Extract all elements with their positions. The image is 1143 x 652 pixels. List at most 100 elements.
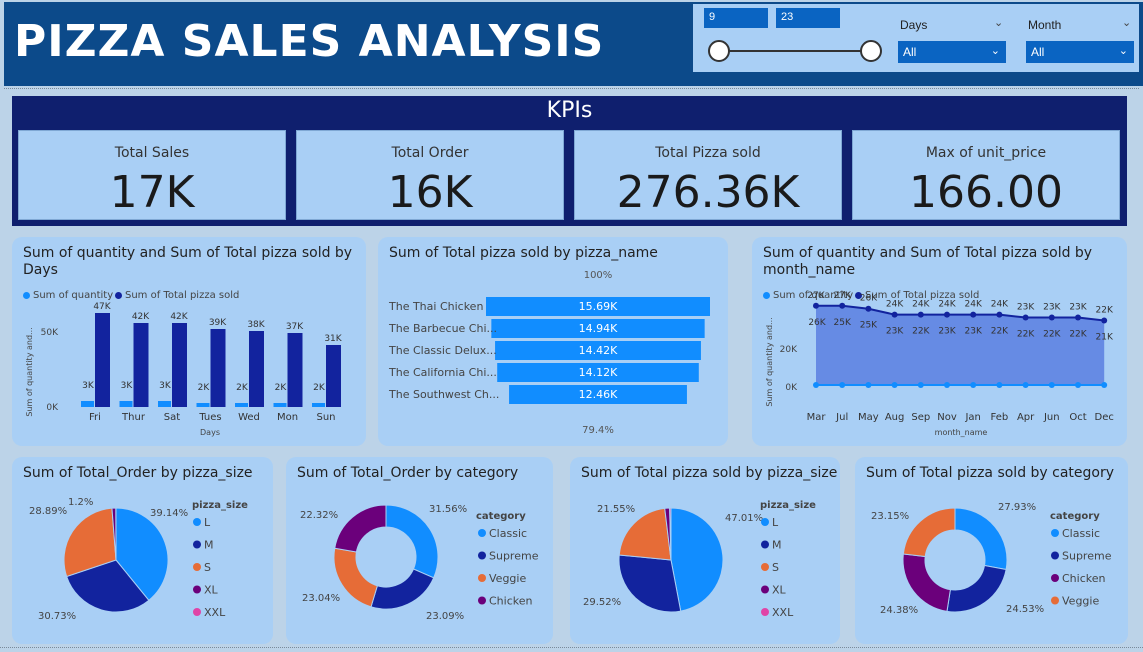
legend-label: Chicken: [489, 595, 533, 608]
sold-size-pie-chart: pizza_size 47.01% 29.52% 21.55% LMS XL XXL: [583, 500, 816, 619]
month-dropdown[interactable]: All ⌄: [1026, 41, 1134, 63]
legend-dot: [761, 608, 769, 616]
dashboard-title: PIZZA SALES ANALYSIS: [14, 16, 605, 67]
legend-dot: [1051, 529, 1059, 537]
point-total-pizza-sold: [917, 311, 924, 318]
funnel-category-label: The Southwest Ch...: [388, 388, 499, 401]
x-tick-label: Sat: [164, 412, 180, 423]
kpi-value: 16K: [387, 167, 473, 218]
data-label: 24K: [991, 300, 1009, 310]
point-quantity: [1075, 382, 1081, 388]
y-tick-label: 50K: [41, 328, 59, 338]
month-area-chart: Sum of quantity and... 20K 0K month_name…: [765, 291, 1114, 437]
legend-label: M: [772, 539, 782, 552]
data-label: 24K: [938, 300, 956, 310]
data-label: 24K: [886, 300, 904, 310]
slider-min-input[interactable]: 9: [704, 8, 768, 28]
funnel-category-label: The California Chi...: [388, 366, 497, 379]
chart-card-month[interactable]: Sum of quantity and Sum of Total pizza s…: [752, 237, 1127, 446]
bar-total-pizza-sold: [172, 323, 187, 407]
point-total-pizza-sold: [865, 305, 872, 312]
kpi-header: KPIs: [546, 98, 593, 123]
slice-label: 29.52%: [583, 597, 621, 608]
point-total-pizza-sold: [1022, 314, 1029, 321]
kpi-label: Total Order: [391, 145, 469, 161]
x-tick-label: Tues: [198, 412, 221, 423]
legend-label: S: [772, 561, 779, 574]
slice-label: 21.55%: [597, 504, 635, 515]
point-quantity: [813, 382, 819, 388]
funnel-bottom-label: 79.4%: [582, 425, 614, 436]
pie-slice: [954, 507, 1008, 571]
point-quantity: [1048, 382, 1055, 388]
point-total-pizza-sold: [1101, 317, 1108, 324]
point-total-pizza-sold: [891, 311, 898, 318]
chart-card-days[interactable]: Sum of quantity and Sum of Total pizza s…: [12, 237, 366, 446]
slice-label: 1.2%: [68, 497, 93, 508]
point-total-pizza-sold: [813, 302, 819, 309]
chart-card-sold-size[interactable]: Sum of Total pizza sold by pizza_size pi…: [570, 457, 840, 644]
point-total-pizza-sold: [944, 311, 950, 318]
legend-dot: [193, 585, 201, 594]
data-label: 23K: [1069, 303, 1087, 313]
kpi-label: Total Pizza sold: [655, 145, 761, 161]
kpi-card-max-unit-price[interactable]: Max of unit_price 166.00: [852, 130, 1120, 220]
legend-label: S: [204, 561, 211, 574]
kpi-card-total-sales[interactable]: Total Sales 17K: [18, 130, 286, 220]
legend-dot: [1051, 596, 1059, 605]
legend-label: Veggie: [1062, 595, 1099, 608]
sold-category-donut-chart: category 27.93% 24.53% 24.38% 23.15% Classic…: [871, 502, 1112, 616]
bar-quantity: [312, 403, 325, 407]
data-label: 31K: [324, 334, 342, 344]
x-tick-label: Feb: [991, 412, 1009, 423]
data-label: 2K: [236, 383, 249, 393]
data-label: 23K: [1017, 303, 1035, 313]
data-label: 22K: [1043, 330, 1061, 340]
days-dropdown[interactable]: All ⌄: [898, 41, 1006, 63]
data-label: 23K: [938, 327, 956, 337]
bar-quantity: [81, 401, 94, 407]
chart-card-sold-category[interactable]: Sum of Total pizza sold by category cate…: [855, 457, 1128, 644]
slice-label: 28.89%: [29, 506, 67, 517]
slice-label: 24.53%: [1006, 604, 1044, 615]
slice-label: 30.73%: [38, 611, 76, 622]
legend-label: L: [772, 516, 779, 529]
slider-min-thumb[interactable]: [708, 40, 730, 62]
data-label: 37K: [286, 322, 304, 332]
data-label: 25K: [860, 321, 878, 331]
data-label: 23K: [965, 327, 983, 337]
pie-slice: [902, 507, 956, 558]
range-slider-track[interactable]: [719, 50, 871, 52]
kpi-card-total-order[interactable]: Total Order 16K: [296, 130, 564, 220]
month-filter-label: Month: [1028, 18, 1062, 32]
point-total-pizza-sold: [839, 302, 846, 309]
x-tick-label: Mon: [277, 412, 298, 423]
pie-slice: [333, 547, 378, 608]
bar-total-pizza-sold: [95, 313, 110, 407]
chart-card-order-size[interactable]: Sum of Total_Order by pizza_size pizza_s…: [12, 457, 273, 644]
legend-label: Chicken: [1062, 572, 1106, 585]
chart-card-order-category[interactable]: Sum of Total_Order by category category …: [286, 457, 553, 644]
pizza-name-funnel-chart: 100% 79.4% 15.69K The Thai Chicken 14.94K T…: [388, 270, 710, 436]
slider-max-input[interactable]: 23: [776, 8, 840, 28]
point-quantity: [944, 382, 950, 388]
chevron-down-icon[interactable]: ⌄: [994, 16, 1003, 29]
chart-card-pizza-name[interactable]: Sum of Total pizza sold by pizza_name 10…: [378, 237, 728, 446]
data-label: 42K: [132, 312, 150, 322]
chevron-down-icon: ⌄: [1118, 45, 1128, 57]
funnel-value-label: 14.94K: [579, 322, 618, 335]
bar-total-pizza-sold: [210, 329, 226, 407]
data-label: 22K: [991, 327, 1009, 337]
legend-dot: [193, 608, 201, 616]
legend-label: XL: [772, 584, 787, 597]
y-tick-label: 0K: [785, 383, 798, 393]
funnel-value-label: 12.46K: [579, 388, 618, 401]
pie-slice: [902, 553, 951, 612]
kpi-card-total-pizza-sold[interactable]: Total Pizza sold 276.36K: [574, 130, 842, 220]
slider-max-thumb[interactable]: [860, 40, 882, 62]
kpi-value: 276.36K: [616, 167, 800, 218]
pie-slice: [946, 564, 1007, 613]
x-tick-label: May: [858, 412, 879, 423]
chevron-down-icon[interactable]: ⌄: [1122, 16, 1131, 29]
legend-title: pizza_size: [760, 500, 816, 511]
